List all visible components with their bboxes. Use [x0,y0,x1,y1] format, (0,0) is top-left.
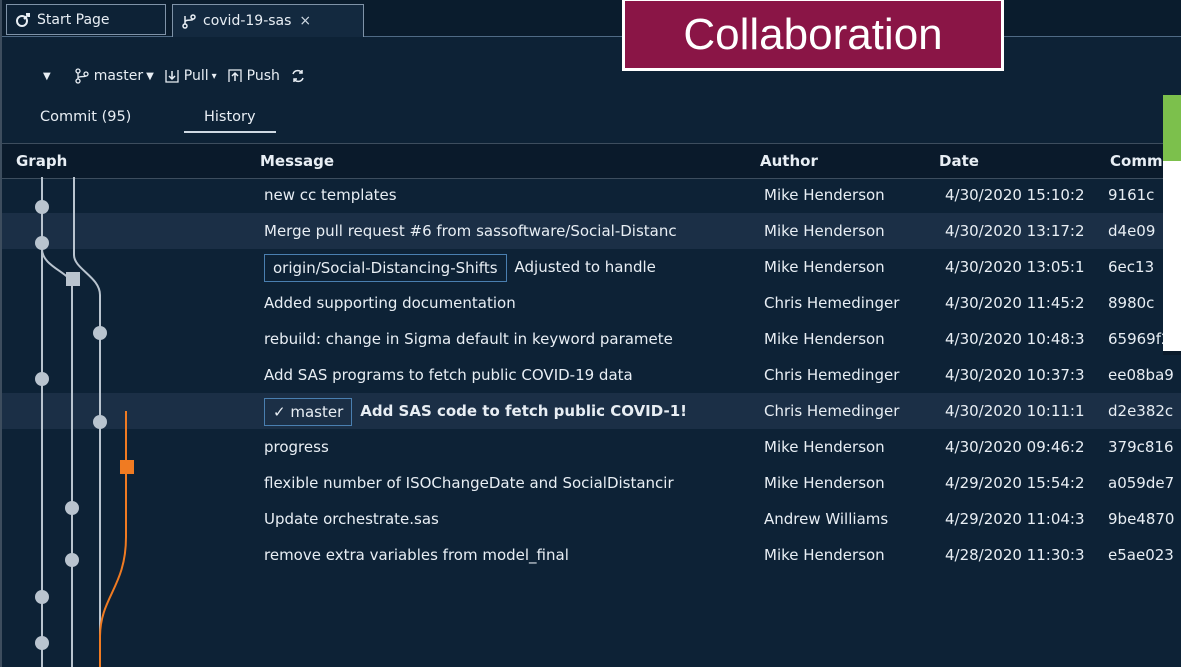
push-icon [227,68,243,84]
commit-message: rebuild: change in Sigma default in keyw… [264,330,673,348]
tab-label: Start Page [37,11,110,28]
graph-node-master [120,460,134,474]
column-header-message[interactable]: Message [260,144,334,178]
graph-node [65,553,79,567]
graph-node [35,200,49,214]
pull-icon [164,68,180,84]
graph-node [35,372,49,386]
commit-author: Mike Henderson [764,546,885,564]
graph-merge-edge [41,248,73,667]
graph-node [35,590,49,604]
commit-date: 4/30/2020 09:46:2 [945,438,1085,456]
sync-button[interactable] [290,68,306,84]
commit-date: 4/29/2020 15:54:2 [945,474,1085,492]
commit-date: 4/28/2020 11:30:3 [945,546,1085,564]
commit-id: e5ae023 [1108,546,1174,564]
commit-date: 4/30/2020 13:17:2 [945,222,1085,240]
commit-id: 9be4870 [1108,510,1175,528]
git-branch-icon [181,13,197,29]
commit-author: Chris Hemedinger [764,366,900,384]
notification-body [1163,161,1181,351]
commit-author: Mike Henderson [764,438,885,456]
commit-message-cell: origin/Social-Distancing-Shifts Adjusted … [264,249,752,285]
commit-message: progress [264,438,329,456]
notification-popup[interactable] [1163,95,1181,355]
commit-author: Andrew Williams [764,510,889,528]
commit-id: ee08ba9 [1108,366,1174,384]
close-icon[interactable]: × [299,13,311,29]
branch-selector[interactable]: master ▼ [75,68,154,84]
push-button[interactable]: Push [227,68,280,84]
commit-message: new cc templates [264,186,397,204]
graph-node [65,501,79,515]
commit-date: 4/30/2020 10:37:3 [945,366,1085,384]
commit-message: Added supporting documentation [264,294,516,312]
commit-author: Mike Henderson [764,330,885,348]
push-label: Push [246,68,280,84]
tab-history[interactable]: History [184,104,276,133]
graph-lane-master [99,411,127,667]
commit-message: Add SAS programs to fetch public COVID-1… [264,366,633,384]
commit-graph [35,177,134,667]
history-table-header: Graph Message Author Date Comm [2,143,1181,179]
pull-label: Pull [183,68,209,84]
commit-author: Mike Henderson [764,474,885,492]
tab-repository[interactable]: covid-19-sas × [172,4,364,37]
tab-label: covid-19-sas [203,13,292,29]
chevron-down-icon: ▾ [211,70,217,82]
tab-start-page[interactable]: Start Page [6,4,166,35]
column-header-date[interactable]: Date [939,144,979,178]
commit-author: Mike Henderson [764,222,885,240]
actions-dropdown-icon[interactable]: ▼ [40,71,51,82]
git-toolbar: ▼ master ▼ Pull ▾ Push [2,62,316,90]
commit-id: 379c816 [1108,438,1174,456]
graph-node [35,636,49,650]
pull-button[interactable]: Pull ▾ [164,68,217,84]
graph-node-head [66,272,80,286]
graph-node [35,236,49,250]
local-branch-tag[interactable]: ✓ master [264,397,353,426]
commit-date: 4/30/2020 11:45:2 [945,294,1085,312]
commit-message: flexible number of ISOChangeDate and Soc… [264,474,674,492]
commit-message: Adjusted to handle [514,258,656,276]
document-tab-bar: Start Page covid-19-sas × [2,0,1181,37]
branch-label: master [93,68,144,84]
commit-message: Add SAS code to fetch public COVID-1! [360,402,687,420]
notification-accent [1163,95,1181,161]
commit-date: 4/30/2020 15:10:2 [945,186,1085,204]
team-explorer-icon [15,12,31,28]
graph-node [93,415,107,429]
commit-author: Mike Henderson [764,258,885,276]
commit-date: 4/29/2020 11:04:3 [945,510,1085,528]
graph-node [93,326,107,340]
commit-author: Chris Hemedinger [764,294,900,312]
commit-date: 4/30/2020 10:11:1 [945,402,1085,420]
tab-commit[interactable]: Commit (95) [40,104,131,131]
commit-message: remove extra variables from model_final [264,546,569,564]
branch-icon [75,68,89,84]
commit-message: Merge pull request #6 from sassoftware/S… [264,222,677,240]
sync-icon [290,68,306,84]
view-tabs: Commit (95) History [2,104,1181,133]
commit-id: a059de7 [1108,474,1175,492]
commit-date: 4/30/2020 13:05:1 [945,258,1085,276]
slide-banner: Collaboration [622,0,1004,71]
remote-branch-tag[interactable]: origin/Social-Distancing-Shifts [264,253,507,282]
commit-message: Update orchestrate.sas [264,510,439,528]
commit-author: Mike Henderson [764,186,885,204]
commit-id: d2e382c [1108,402,1174,420]
column-header-author[interactable]: Author [760,144,818,178]
chevron-down-icon: ▼ [146,70,154,82]
commit-message-cell: ✓ master Add SAS code to fetch public COV… [264,393,752,429]
commit-author: Chris Hemedinger [764,402,900,420]
column-header-graph[interactable]: Graph [16,144,67,178]
column-header-commit[interactable]: Comm [1110,144,1163,178]
commit-date: 4/30/2020 10:48:3 [945,330,1085,348]
